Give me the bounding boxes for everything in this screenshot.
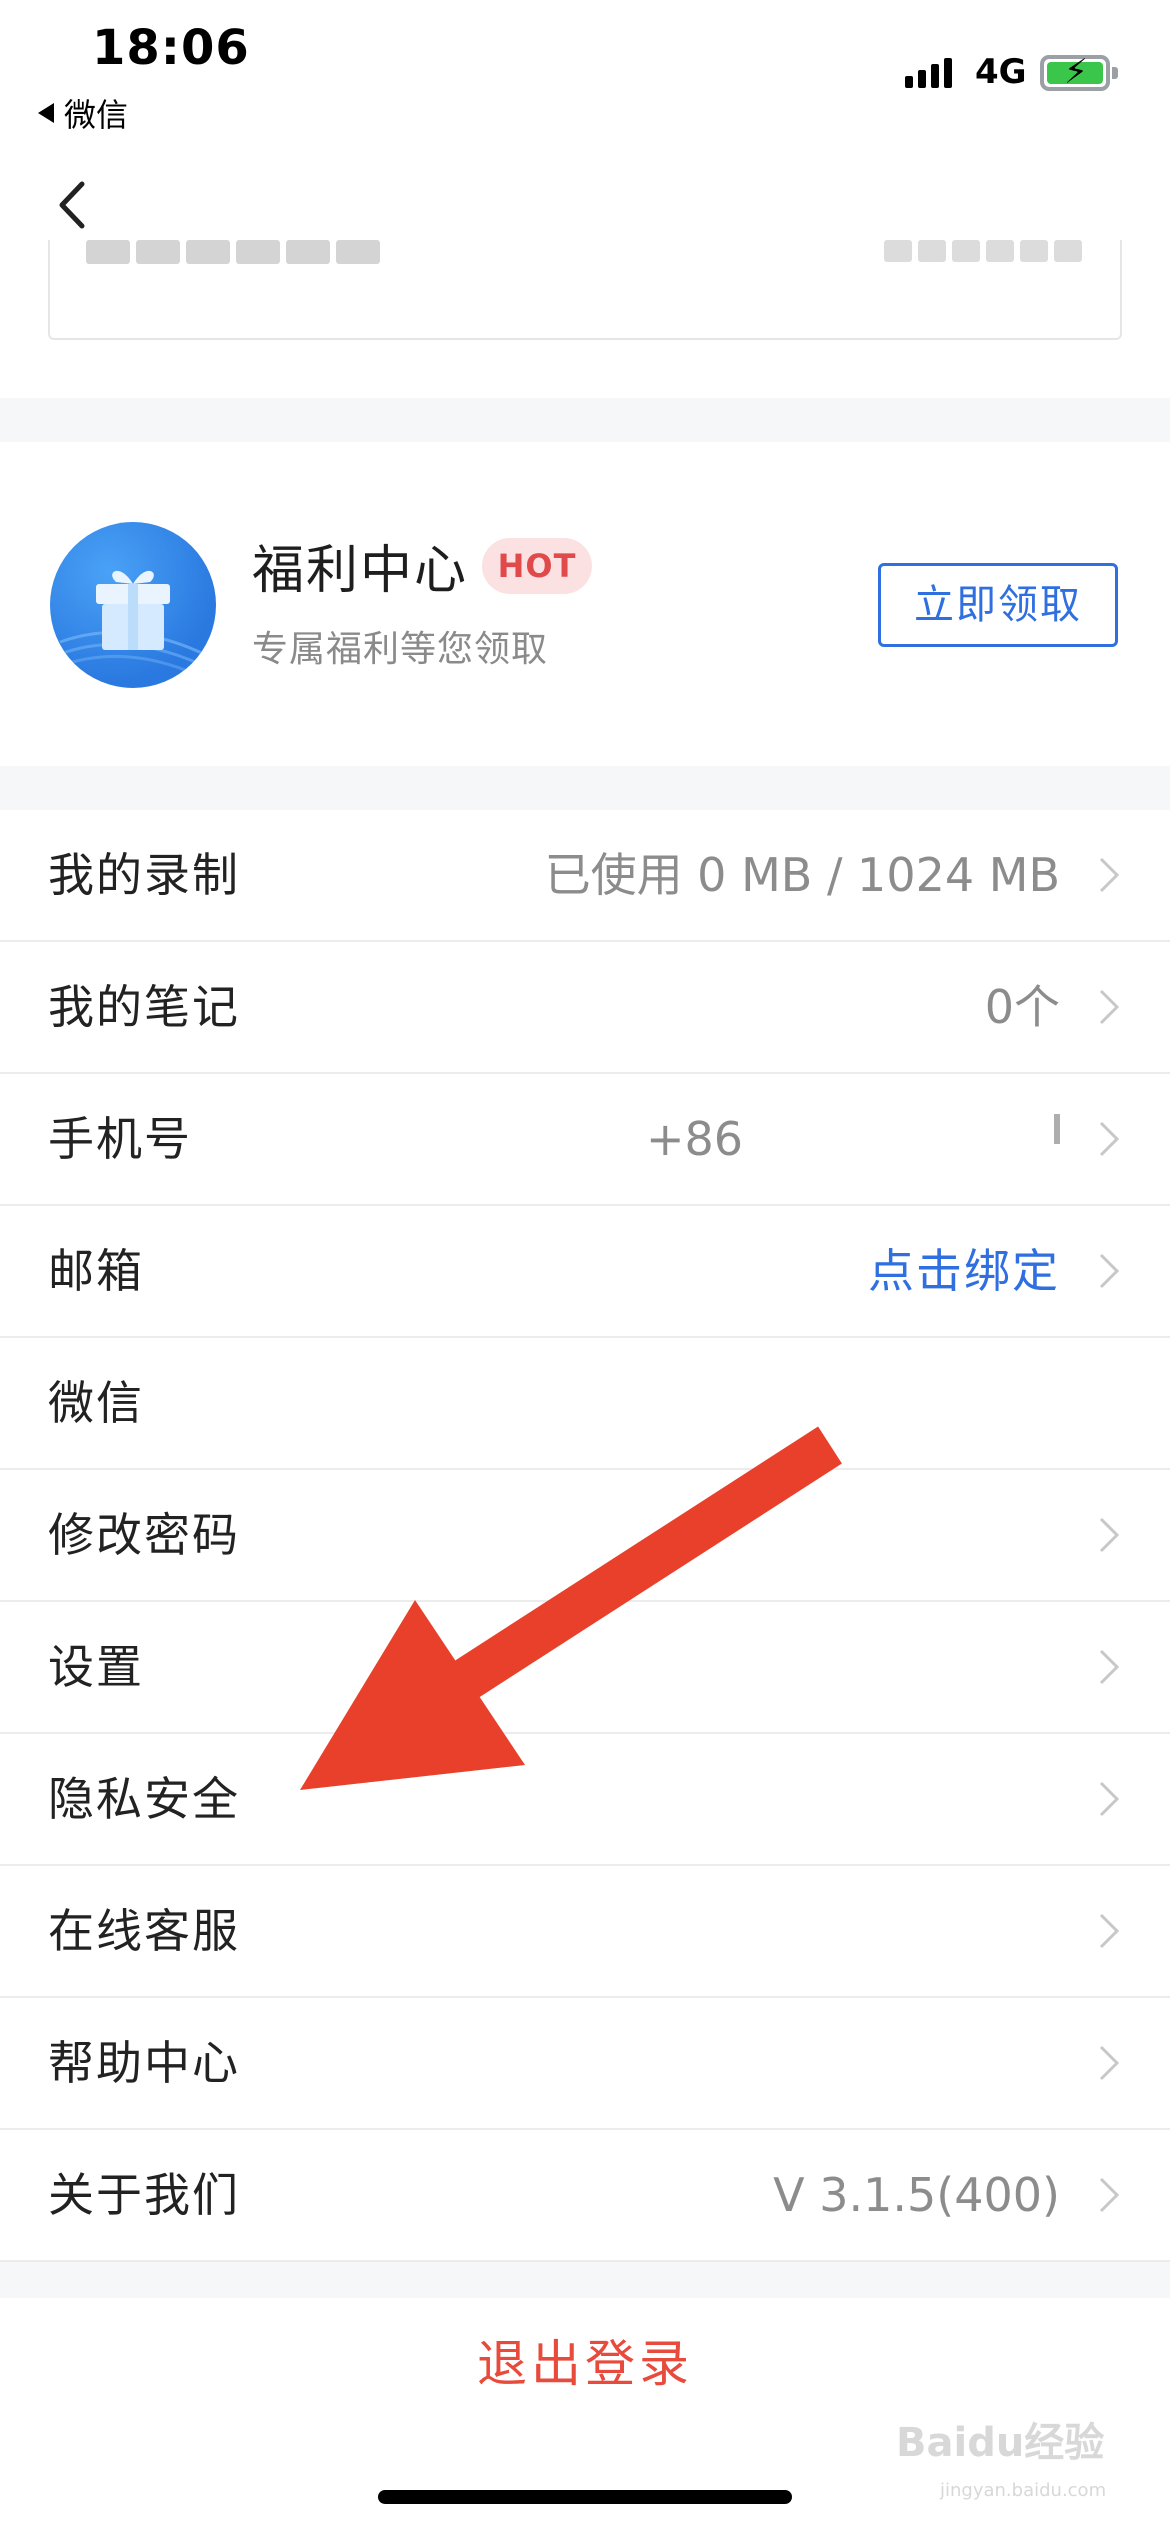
row-phone[interactable]: 手机号 +86	[0, 1074, 1170, 1206]
chevron-right-icon	[1099, 1517, 1120, 1553]
row-settings[interactable]: 设置	[0, 1602, 1170, 1734]
battery-icon: ⚡	[1040, 53, 1118, 91]
notes-count: 0个	[984, 980, 1060, 1034]
row-label: 隐私安全	[48, 1772, 240, 1826]
back-to-app-link[interactable]: 微信	[38, 90, 128, 136]
back-triangle-icon	[38, 103, 54, 123]
network-type: 4G	[975, 52, 1027, 92]
row-label: 设置	[48, 1640, 144, 1694]
row-my-notes[interactable]: 我的笔记 0个	[0, 942, 1170, 1074]
row-label: 邮箱	[48, 1244, 144, 1298]
status-time: 18:06	[92, 20, 250, 76]
status-bar: 18:06 微信 4G ⚡	[0, 0, 1170, 140]
clipped-text	[86, 240, 380, 280]
chevron-right-icon	[1099, 857, 1120, 893]
row-label: 我的录制	[48, 848, 240, 902]
row-about-us[interactable]: 关于我们 V 3.1.5(400)	[0, 2130, 1170, 2262]
section-divider	[0, 766, 1170, 810]
row-online-support[interactable]: 在线客服	[0, 1866, 1170, 1998]
row-label: 帮助中心	[48, 2036, 240, 2090]
row-my-recording[interactable]: 我的录制 已使用 0 MB / 1024 MB	[0, 810, 1170, 942]
row-label: 手机号	[48, 1112, 192, 1166]
scrolled-card	[48, 240, 1122, 340]
row-label: 我的笔记	[48, 980, 240, 1034]
row-email[interactable]: 邮箱 点击绑定	[0, 1206, 1170, 1338]
row-help-center[interactable]: 帮助中心	[0, 1998, 1170, 2130]
welfare-subtitle: 专属福利等您领取	[252, 629, 549, 670]
chevron-right-icon	[1099, 1649, 1120, 1685]
phone-number-clipped	[1054, 1114, 1060, 1144]
row-label: 修改密码	[48, 1508, 240, 1562]
back-app-label: 微信	[64, 96, 129, 134]
home-indicator[interactable]	[378, 2490, 792, 2504]
row-change-password[interactable]: 修改密码	[0, 1470, 1170, 1602]
row-privacy-security[interactable]: 隐私安全	[0, 1734, 1170, 1866]
chevron-right-icon	[1099, 1121, 1120, 1157]
section-divider	[0, 2262, 1170, 2298]
section-divider	[0, 398, 1170, 442]
clipped-value	[884, 240, 1082, 280]
chevron-right-icon	[1099, 1781, 1120, 1817]
welfare-title: 福利中心	[252, 541, 469, 601]
row-label: 关于我们	[48, 2168, 240, 2222]
row-label: 微信	[48, 1376, 144, 1430]
row-label: 在线客服	[48, 1904, 240, 1958]
watermark-domain: jingyan.baidu.com	[940, 2480, 1107, 2501]
storage-usage: 已使用 0 MB / 1024 MB	[544, 848, 1060, 902]
chevron-right-icon	[1099, 2177, 1120, 2213]
chevron-right-icon	[1099, 1913, 1120, 1949]
signal-icon	[905, 58, 952, 88]
gift-icon	[50, 522, 216, 688]
chevron-right-icon	[1099, 989, 1120, 1025]
watermark-logo: Baidu经验	[896, 2420, 1105, 2466]
hot-badge: HOT	[482, 538, 592, 594]
chevron-right-icon	[1099, 1253, 1120, 1289]
phone-country-code: +86	[646, 1112, 744, 1166]
back-chevron-icon[interactable]	[52, 180, 92, 230]
chevron-right-icon	[1099, 2045, 1120, 2081]
row-wechat[interactable]: 微信	[0, 1338, 1170, 1470]
app-version: V 3.1.5(400)	[773, 2168, 1060, 2222]
claim-now-button[interactable]: 立即领取	[878, 563, 1118, 647]
bind-email-link[interactable]: 点击绑定	[868, 1206, 1060, 1336]
